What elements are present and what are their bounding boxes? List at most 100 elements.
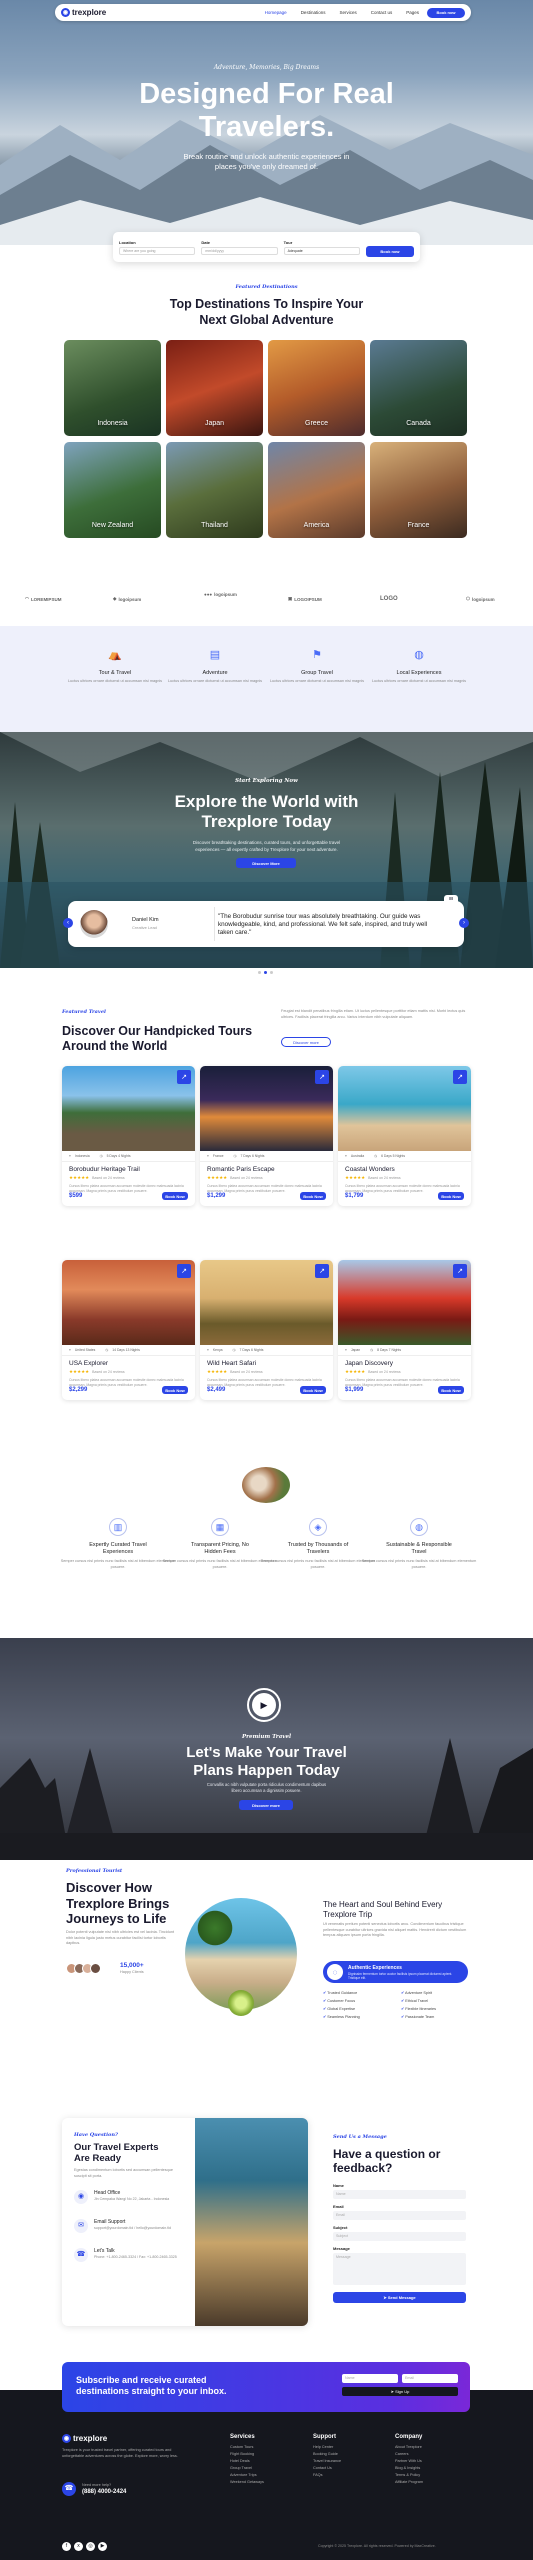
adventure-icon: ▤ [209,649,221,661]
nav-item-services[interactable]: Services [339,10,356,15]
x-icon[interactable]: x [74,2542,83,2551]
arrow-up-right-icon[interactable]: ↗ [315,1070,329,1084]
arrow-up-right-icon[interactable]: ↗ [453,1264,467,1278]
book-now-button[interactable]: Book Now [300,1386,326,1394]
footer-logo[interactable]: ◉ trexplore [62,2434,107,2443]
nav-item-homepage[interactable]: Homepage [265,10,287,15]
carousel-prev-button[interactable]: ‹ [63,918,73,928]
tour-country: United States [74,1348,96,1352]
clock-icon: ◷ [232,1348,236,1352]
footer-link[interactable]: Partner With Us [395,2459,423,2463]
tour-card[interactable]: ↗ ⌖ United States ◷ 14 Days 13 Nights USA Exp… [62,1260,195,1400]
tour-name[interactable]: USA Explorer [62,1356,195,1367]
footer-link[interactable]: Terms & Policy [395,2473,423,2477]
destination-card[interactable]: Indonesia [64,340,161,436]
tour-duration: 7 Days 6 Nights [240,1154,265,1158]
arrow-up-right-icon[interactable]: ↗ [177,1264,191,1278]
hero-subtitle: Break routine and unlock authentic exper… [183,152,350,172]
testimonial-role: Creative Lead [132,925,157,930]
carousel-dot[interactable] [264,971,267,974]
nav-item-contact[interactable]: Contact us [371,10,393,15]
name-input[interactable]: Name [333,2190,466,2199]
youtube-icon[interactable]: ▶ [98,2542,107,2551]
destination-card[interactable]: Thailand [166,442,263,538]
carousel-next-button[interactable]: › [459,918,469,928]
footer-link[interactable]: Custom Tours [230,2445,264,2449]
brand-logo[interactable]: ◉ trexplore [61,8,106,17]
play-button[interactable]: ▶ [247,1688,281,1722]
destination-card[interactable]: Japan [166,340,263,436]
tours-discover-button[interactable]: Discover more [281,1037,331,1047]
tour-meta: ⌖ Kenya ◷ 7 Days 6 Nights [200,1345,333,1356]
search-book-button[interactable]: Book now [365,245,414,257]
footer-link[interactable]: Flight Booking [230,2452,264,2456]
video-discover-button[interactable]: Discover more [239,1800,293,1810]
clock-icon: ◷ [99,1154,103,1158]
footer-link[interactable]: Blog & Insights [395,2466,423,2470]
destination-card[interactable]: Greece [268,340,365,436]
tour-name[interactable]: Japan Discovery [338,1356,471,1367]
help-phone[interactable]: (888) 4000-2424 [82,2489,126,2495]
destination-card[interactable]: Canada [370,340,467,436]
tour-name[interactable]: Coastal Wonders [338,1162,471,1173]
nav-book-button[interactable]: Book now [427,7,465,18]
tour-card[interactable]: ↗ ⌖ Indonesia ◷ 5 Days 4 Nights Borobudur Her… [62,1066,195,1206]
carousel-dot[interactable] [258,971,261,974]
footer-link[interactable]: Hotel Deals [230,2459,264,2463]
footer-link[interactable]: FAQs [313,2473,341,2477]
footer-link[interactable]: Adventure Trips [230,2473,264,2477]
brand-name: trexplore [72,8,107,17]
book-now-button[interactable]: Book Now [162,1386,188,1394]
footer-link[interactable]: Contact Us [313,2466,341,2470]
footer-link[interactable]: Weekend Getaways [230,2480,264,2484]
book-now-button[interactable]: Book Now [300,1192,326,1200]
form-eyebrow: Send Us a Message [333,2134,387,2140]
newsletter-name-input[interactable]: Name [342,2374,398,2383]
carousel-dot[interactable] [270,971,273,974]
book-now-button[interactable]: Book Now [162,1192,188,1200]
send-message-button[interactable]: ➤ Send Message [333,2292,466,2303]
video-title: Let's Make Your Travel Plans Happen Toda… [186,1744,347,1779]
facebook-icon[interactable]: f [62,2542,71,2551]
destination-card[interactable]: New Zealand [64,442,161,538]
message-textarea[interactable]: Message [333,2253,466,2285]
arrow-up-right-icon[interactable]: ↗ [453,1070,467,1084]
footer-link[interactable]: Booking Guide [313,2452,341,2456]
about-checklist: ✔ Trusted Guidance ✔ Adventure Spirit ✔ … [323,1990,473,2019]
book-now-button[interactable]: Book Now [438,1192,464,1200]
tour-name[interactable]: Wild Heart Safari [200,1356,333,1367]
newsletter-email-input[interactable]: Email [402,2374,458,2383]
sign-up-button[interactable]: ➤ Sign Up [342,2387,458,2396]
tour-card[interactable]: ↗ ⌖ Kenya ◷ 7 Days 6 Nights Wild Heart Safari… [200,1260,333,1400]
footer-link[interactable]: Travel Insurance [313,2459,341,2463]
tour-country: Japan [350,1348,361,1352]
tour-card[interactable]: ↗ ⌖ Australia ◷ 6 Days 5 Nights Coastal Wonde… [338,1066,471,1206]
destination-card[interactable]: America [268,442,365,538]
tour-card[interactable]: ↗ ⌖ France ◷ 7 Days 6 Nights Romantic Paris E… [200,1066,333,1206]
tour-name[interactable]: Romantic Paris Escape [200,1162,333,1173]
location-input[interactable]: Where are you going [119,246,196,255]
footer-link[interactable]: About Trexplore [395,2445,423,2449]
footer-link[interactable]: Careers [395,2452,423,2456]
subject-input[interactable]: Subject [333,2232,466,2241]
footer-link[interactable]: Affiliate Program [395,2480,423,2484]
email-input[interactable]: Email [333,2211,466,2220]
search-bar: Location Where are you going Date mm/dd/… [113,232,420,262]
explore-discover-button[interactable]: Discover More [236,858,296,868]
tour-card[interactable]: ↗ ⌖ Japan ◷ 8 Days 7 Nights Japan Discovery ★★… [338,1260,471,1400]
destination-card[interactable]: France [370,442,467,538]
nav-item-pages[interactable]: Pages [406,10,419,15]
date-input[interactable]: mm/dd/yyyy [201,246,278,255]
tour-select[interactable]: Adequate [283,246,360,255]
book-now-button[interactable]: Book Now [438,1386,464,1394]
footer-link[interactable]: Help Center [313,2445,341,2449]
tour-name[interactable]: Borobudur Heritage Trail [62,1162,195,1173]
arrow-up-right-icon[interactable]: ↗ [177,1070,191,1084]
nav-item-destinations[interactable]: Destinations [301,10,326,15]
location-pin-icon: ◉ [74,2190,88,2204]
location-field: Location Where are you going [119,240,196,255]
footer-link[interactable]: Group Travel [230,2466,264,2470]
tours-title: Discover Our Handpicked Tours Around the… [62,1024,253,1053]
arrow-up-right-icon[interactable]: ↗ [315,1264,329,1278]
instagram-icon[interactable]: ◎ [86,2542,95,2551]
